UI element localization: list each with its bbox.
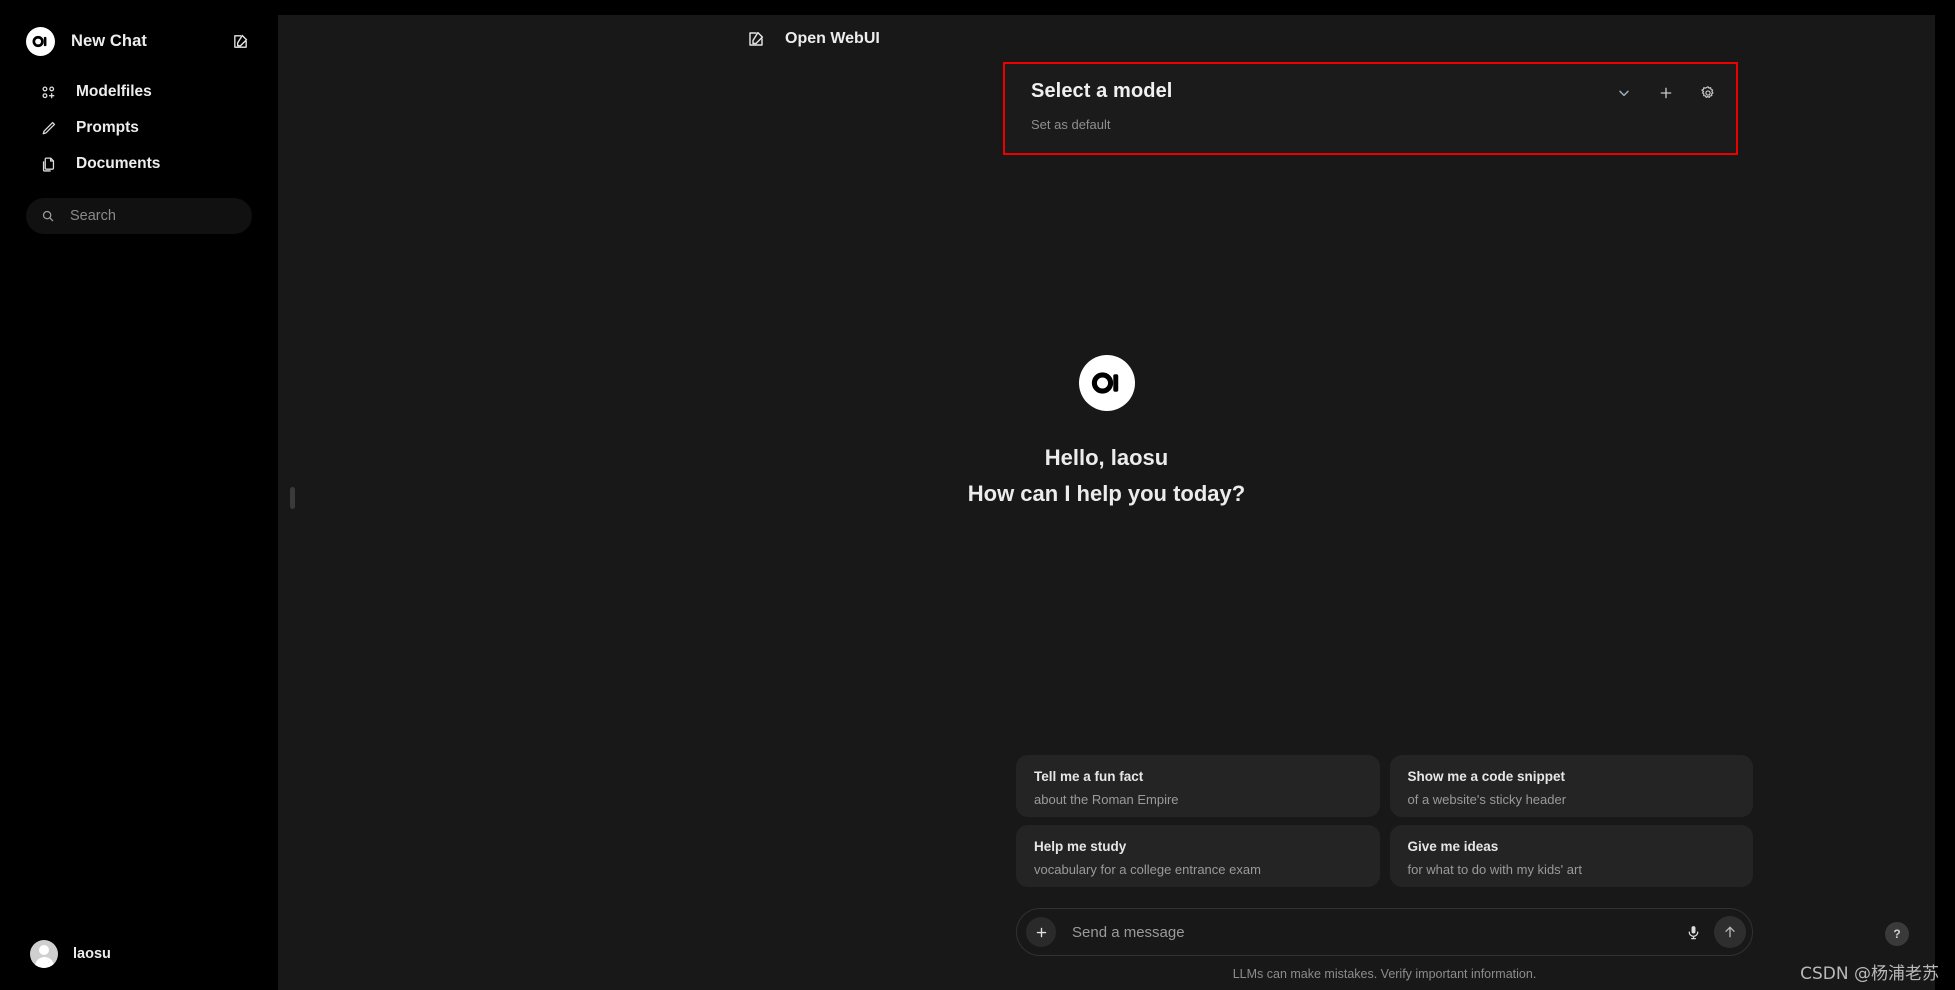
openwebui-logo-icon (26, 26, 55, 56)
sidebar-item-label: Documents (76, 155, 161, 172)
sidebar-top: New Chat Modelfiles Prompts Documents Se… (0, 0, 278, 234)
suggestion-title: Help me study (1034, 839, 1127, 854)
app-root: New Chat Modelfiles Prompts Documents Se… (0, 0, 1955, 990)
suggestion-card[interactable]: Tell me a fun fact about the Roman Empir… (1016, 755, 1380, 817)
search-placeholder: Search (70, 208, 116, 224)
main-content: Open WebUI Select a model Set as default (278, 15, 1935, 990)
sidebar-user-button[interactable]: laosu (26, 934, 119, 974)
sidebar: New Chat Modelfiles Prompts Documents Se… (0, 0, 278, 990)
topbar-center: Open WebUI (745, 28, 880, 50)
suggestion-title: Tell me a fun fact (1034, 769, 1144, 784)
openwebui-logo-icon (1078, 355, 1135, 411)
main-area: Open WebUI Select a model Set as default (278, 0, 1935, 990)
suggestion-subtitle: about the Roman Empire (1034, 792, 1179, 808)
gear-icon[interactable] (1698, 83, 1718, 103)
microphone-icon[interactable] (1680, 919, 1706, 945)
modelfiles-grid-plus-icon (37, 81, 59, 103)
suggestion-title: Give me ideas (1407, 839, 1499, 854)
search-input[interactable]: Search (26, 198, 252, 234)
message-input[interactable] (1072, 923, 1680, 941)
attach-plus-button[interactable] (1026, 917, 1056, 947)
sidebar-user-name: laosu (73, 946, 111, 962)
suggestion-grid: Tell me a fun fact about the Roman Empir… (1016, 755, 1753, 887)
suggestion-subtitle: of a website's sticky header (1407, 792, 1567, 808)
sidebar-new-chat-row[interactable]: New Chat (26, 22, 252, 60)
composer-disclaimer: LLMs can make mistakes. Verify important… (1232, 967, 1537, 981)
documents-copy-icon (37, 153, 59, 175)
suggestion-card[interactable]: Show me a code snippet of a website's st… (1389, 755, 1753, 817)
suggestion-subtitle: vocabulary for a college entrance exam (1034, 862, 1261, 878)
sidebar-item-prompts[interactable]: Prompts (26, 110, 252, 146)
model-selector-panel[interactable]: Select a model Set as default (1003, 62, 1738, 155)
sidebar-item-modelfiles[interactable]: Modelfiles (26, 74, 252, 110)
page-title: Open WebUI (785, 30, 880, 47)
new-chat-edit-icon[interactable] (745, 28, 767, 50)
set-as-default-link[interactable]: Set as default (1031, 117, 1710, 132)
sidebar-nav: Modelfiles Prompts Documents (26, 74, 252, 182)
suggestion-card[interactable]: Help me study vocabulary for a college e… (1016, 825, 1380, 887)
sidebar-resize-handle[interactable] (290, 487, 295, 509)
search-icon (40, 208, 56, 224)
model-selector-actions (1614, 83, 1718, 103)
model-selector-row: Select a model Set as default (1005, 64, 1736, 153)
new-chat-edit-icon[interactable] (228, 29, 252, 53)
watermark: CSDN @杨浦老苏 (1800, 964, 1939, 984)
sidebar-item-documents[interactable]: Documents (26, 146, 252, 182)
message-composer (1016, 908, 1753, 956)
send-arrow-up-icon[interactable] (1714, 916, 1746, 948)
avatar (30, 940, 58, 968)
model-selector-title[interactable]: Select a model (1031, 80, 1710, 103)
hero-greeting-line: Hello, laosu (1044, 445, 1169, 470)
suggestion-subtitle: for what to do with my kids' art (1407, 862, 1582, 878)
sidebar-item-label: Prompts (76, 119, 139, 136)
plus-icon[interactable] (1656, 83, 1676, 103)
hero-greeting: Hello, laosu How can I help you today? (278, 355, 1935, 507)
chevron-down-icon[interactable] (1614, 83, 1634, 103)
sidebar-item-label: Modelfiles (76, 83, 152, 100)
suggestion-card[interactable]: Give me ideas for what to do with my kid… (1389, 825, 1753, 887)
pencil-icon (37, 117, 59, 139)
hero-question-line: How can I help you today? (967, 481, 1246, 506)
help-button[interactable]: ? (1885, 922, 1909, 946)
suggestion-title: Show me a code snippet (1407, 769, 1566, 784)
sidebar-new-chat-label: New Chat (71, 31, 147, 50)
topbar: Open WebUI (278, 15, 1935, 63)
